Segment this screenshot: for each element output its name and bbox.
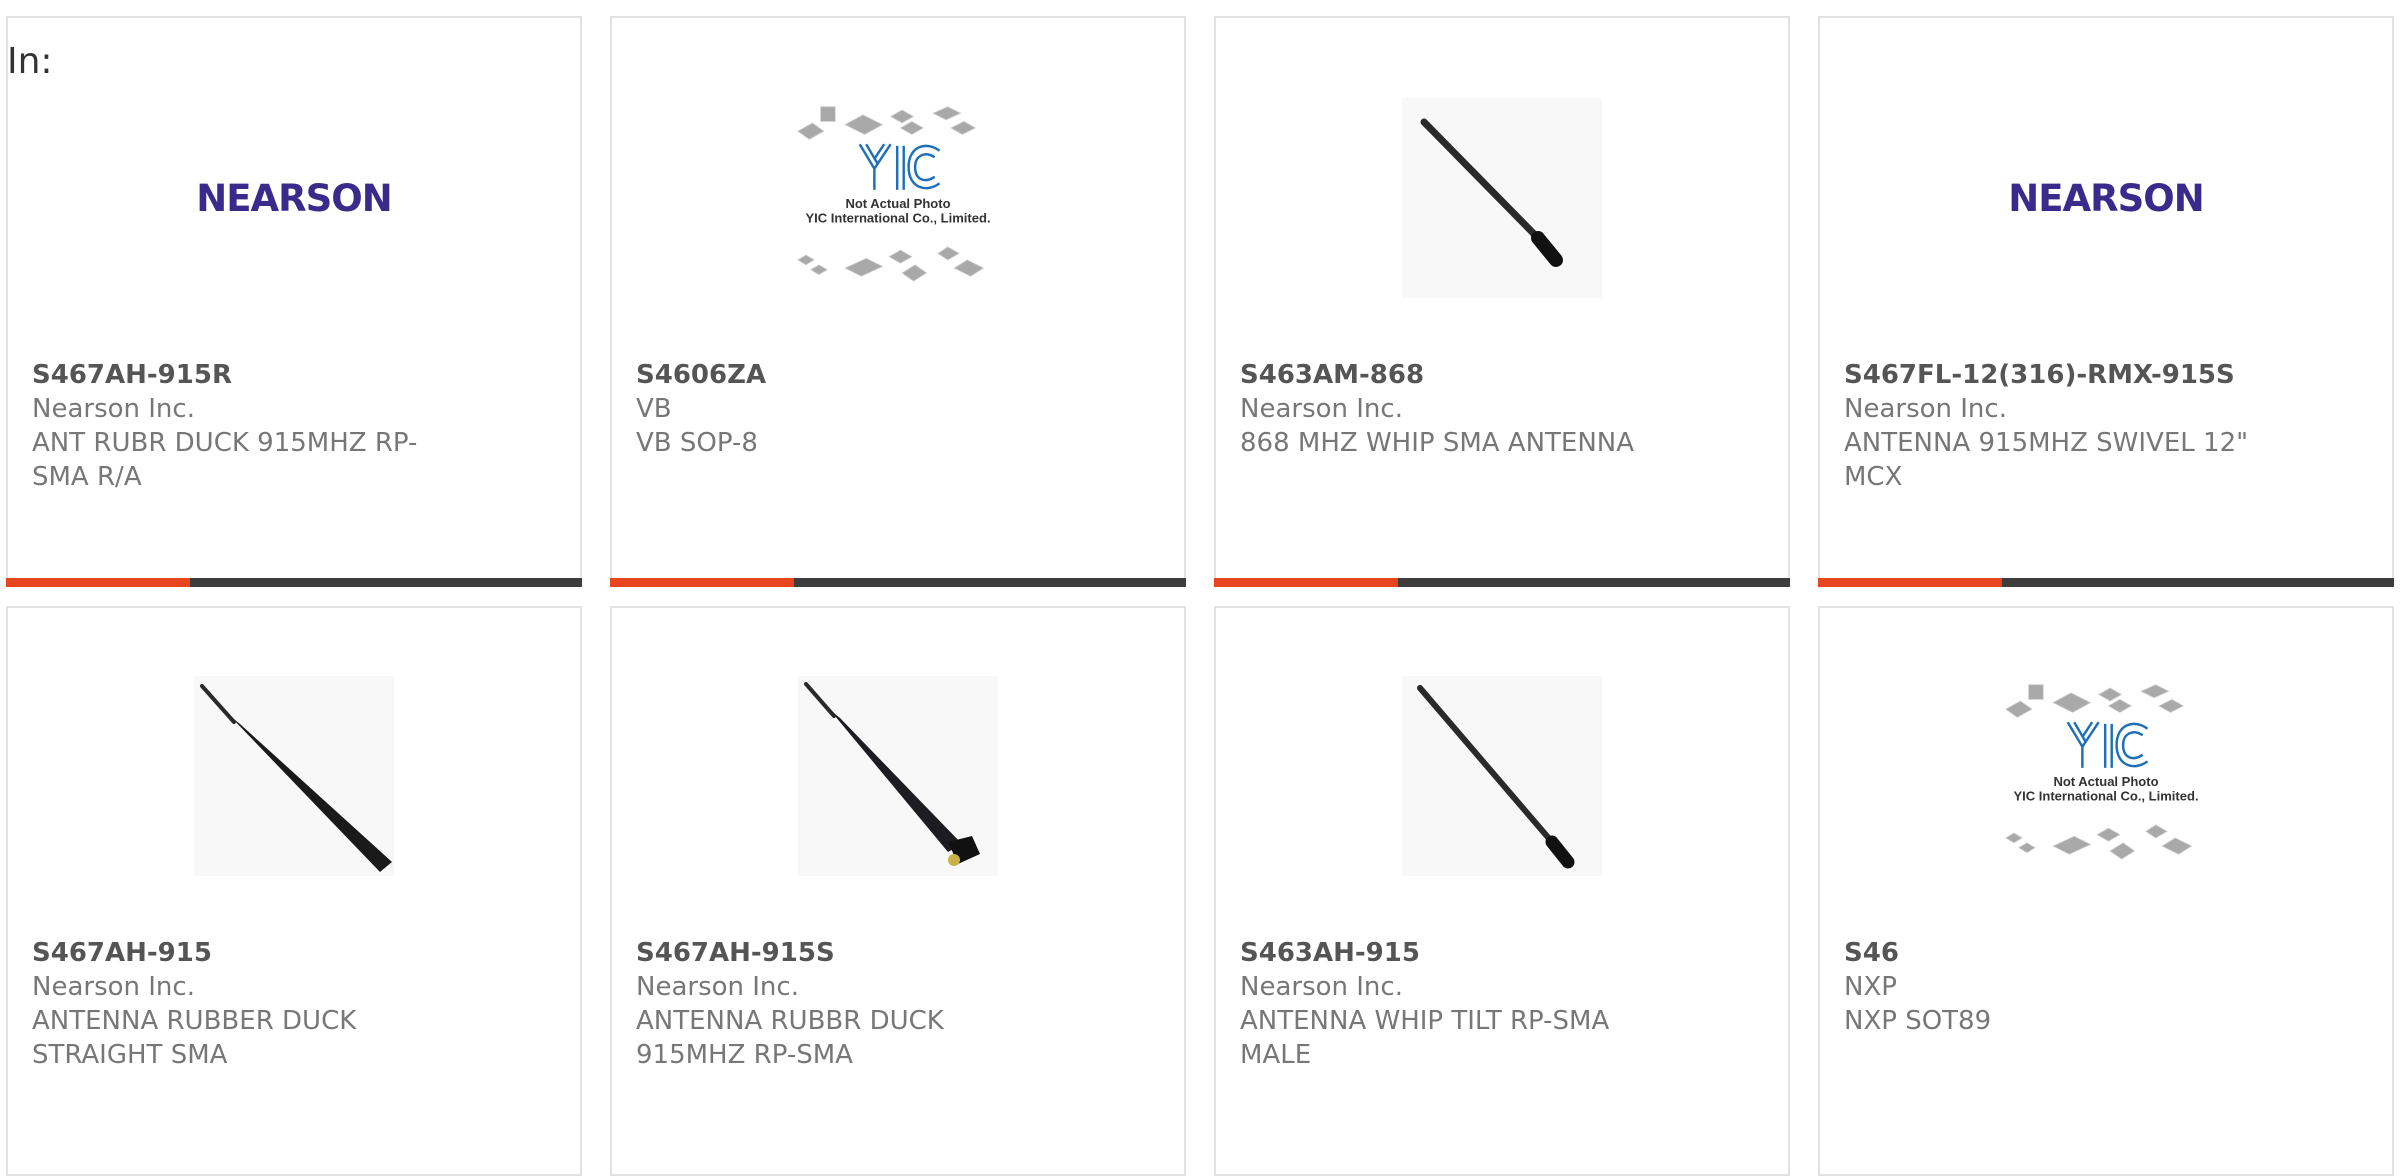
- product-image[interactable]: [788, 671, 1008, 881]
- antenna-whip-image: [1402, 98, 1602, 298]
- part-number-link[interactable]: S463AM-868: [1240, 358, 1660, 392]
- product-info: S463AM-868 Nearson Inc. 868 MHZ WHIP SMA…: [1240, 358, 1660, 460]
- product-card[interactable]: NEARSON S467AH-915R Nearson Inc. ANT RUB…: [6, 16, 582, 587]
- manufacturer: Nearson Inc.: [1240, 394, 1403, 424]
- product-info: S46 NXP NXP SOT89: [1844, 936, 2264, 1038]
- product-card[interactable]: NEARSON S467FL-12(316)-RMX-915S Nearson …: [1818, 16, 2394, 587]
- product-image[interactable]: [1392, 671, 1612, 881]
- product-card[interactable]: Not Actual Photo YIC International Co., …: [1818, 606, 2394, 1176]
- part-number-link[interactable]: S467AH-915S: [636, 936, 1056, 970]
- product-image[interactable]: Not Actual Photo YIC International Co., …: [1996, 671, 2216, 881]
- part-number-link[interactable]: S467AH-915R: [32, 358, 452, 392]
- product-image[interactable]: Not Actual Photo YIC International Co., …: [788, 93, 1008, 303]
- card-accent-bar: [1818, 578, 2002, 587]
- description: ANT RUBR DUCK 915MHZ RP-SMA R/A: [32, 428, 418, 492]
- manufacturer: NXP: [1844, 972, 1897, 1002]
- product-grid: NEARSON S467AH-915R Nearson Inc. ANT RUB…: [0, 0, 2400, 1176]
- product-card[interactable]: Not Actual Photo YIC International Co., …: [610, 16, 1186, 587]
- antenna-right-angle-image: [798, 676, 998, 876]
- product-info: S463AH-915 Nearson Inc. ANTENNA WHIP TIL…: [1240, 936, 1660, 1072]
- yic-note-line1: Not Actual Photo: [2053, 774, 2158, 789]
- product-card[interactable]: S467AH-915 Nearson Inc. ANTENNA RUBBER D…: [6, 606, 582, 1176]
- antenna-rubber-duck-image: [194, 676, 394, 876]
- product-image[interactable]: NEARSON: [184, 93, 404, 303]
- yic-note-line1: Not Actual Photo: [845, 196, 950, 211]
- part-number-link[interactable]: S4606ZA: [636, 358, 1056, 392]
- part-number-link[interactable]: S46: [1844, 936, 2264, 970]
- manufacturer: Nearson Inc.: [1240, 972, 1403, 1002]
- nearson-logo: NEARSON: [2008, 176, 2204, 220]
- product-image[interactable]: [1392, 93, 1612, 303]
- yic-placeholder-image: Not Actual Photo YIC International Co., …: [796, 106, 991, 282]
- product-info: S467FL-12(316)-RMX-915S Nearson Inc. ANT…: [1844, 358, 2264, 494]
- manufacturer: Nearson Inc.: [32, 972, 195, 1002]
- antenna-whip-image: [1402, 676, 1602, 876]
- product-info: S467AH-915S Nearson Inc. ANTENNA RUBBR D…: [636, 936, 1056, 1072]
- product-info: S467AH-915 Nearson Inc. ANTENNA RUBBER D…: [32, 936, 452, 1072]
- part-number-link[interactable]: S463AH-915: [1240, 936, 1660, 970]
- card-footer-bar: [6, 578, 582, 587]
- description: 868 MHZ WHIP SMA ANTENNA: [1240, 428, 1635, 458]
- card-footer-bar: [610, 578, 1186, 587]
- card-accent-bar: [610, 578, 794, 587]
- description: NXP SOT89: [1844, 1006, 1992, 1036]
- description: ANTENNA RUBBR DUCK 915MHZ RP-SMA: [636, 1006, 944, 1070]
- nearson-logo: NEARSON: [196, 176, 392, 220]
- part-number-link[interactable]: S467FL-12(316)-RMX-915S: [1844, 358, 2264, 392]
- yic-placeholder-image: Not Actual Photo YIC International Co., …: [2004, 684, 2199, 860]
- card-accent-bar: [1214, 578, 1398, 587]
- description: VB SOP-8: [636, 428, 758, 458]
- manufacturer: Nearson Inc.: [1844, 394, 2007, 424]
- description: ANTENNA RUBBER DUCK STRAIGHT SMA: [32, 1006, 357, 1070]
- manufacturer: VB: [636, 394, 672, 424]
- description: ANTENNA WHIP TILT RP-SMA MALE: [1240, 1006, 1610, 1070]
- card-footer-bar: [1214, 578, 1790, 587]
- product-info: S467AH-915R Nearson Inc. ANT RUBR DUCK 9…: [32, 358, 452, 494]
- yic-note-line2: YIC International Co., Limited.: [805, 210, 990, 225]
- filter-label: In:: [7, 41, 53, 82]
- yic-note-line2: YIC International Co., Limited.: [2013, 788, 2198, 803]
- manufacturer: Nearson Inc.: [636, 972, 799, 1002]
- product-card[interactable]: S463AH-915 Nearson Inc. ANTENNA WHIP TIL…: [1214, 606, 1790, 1176]
- manufacturer: Nearson Inc.: [32, 394, 195, 424]
- card-footer-bar: [1818, 578, 2394, 587]
- product-card[interactable]: S467AH-915S Nearson Inc. ANTENNA RUBBR D…: [610, 606, 1186, 1176]
- product-image[interactable]: NEARSON: [1996, 93, 2216, 303]
- part-number-link[interactable]: S467AH-915: [32, 936, 452, 970]
- product-info: S4606ZA VB VB SOP-8: [636, 358, 1056, 460]
- card-accent-bar: [6, 578, 190, 587]
- product-card[interactable]: S463AM-868 Nearson Inc. 868 MHZ WHIP SMA…: [1214, 16, 1790, 587]
- product-image[interactable]: [184, 671, 404, 881]
- description: ANTENNA 915MHZ SWIVEL 12" MCX: [1844, 428, 2249, 492]
